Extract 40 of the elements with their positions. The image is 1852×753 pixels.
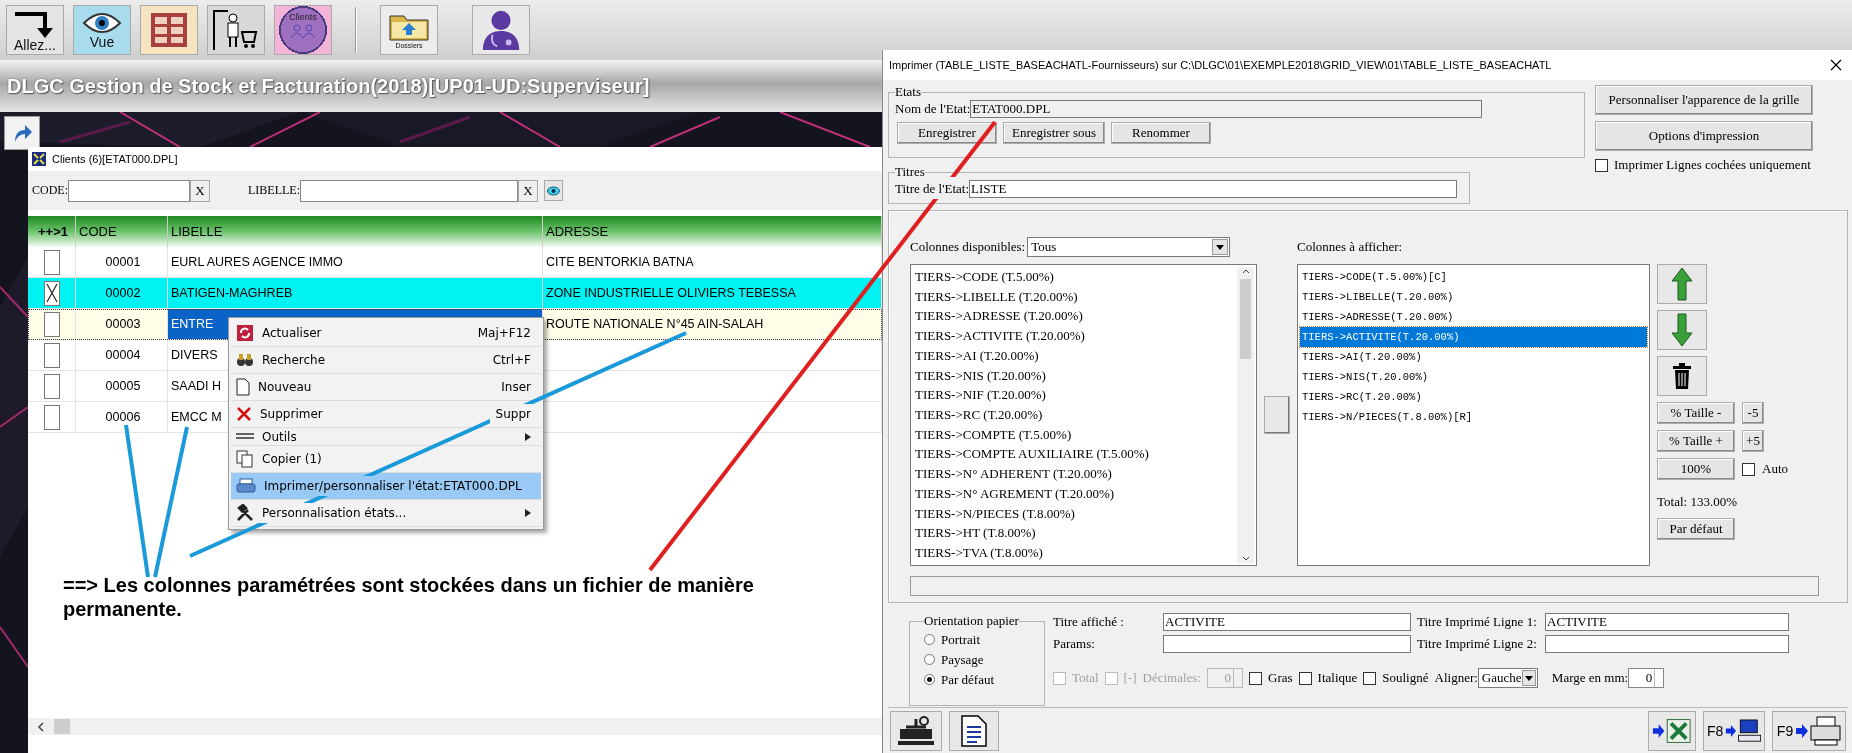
filter-label: CODE: [32, 183, 68, 198]
checkbox-label: Total [1072, 670, 1099, 686]
field-label: Titre de l'Etat: [895, 181, 970, 197]
checkbox-label: Gras [1268, 670, 1293, 686]
table-cell: BATIGEN-MAGHREB [168, 278, 543, 308]
table-cell: 00006 [76, 402, 168, 432]
table-cell: 00001 [76, 247, 168, 277]
shortcut-text: Ctrl+F [492, 353, 531, 367]
group-label: Titres [895, 164, 925, 180]
checkbox-label: Auto [1762, 461, 1788, 477]
total-text: Total: 133.00% [1657, 493, 1738, 511]
shortcut-text: Maj+F12 [477, 326, 531, 340]
radio-label: Portrait [941, 631, 980, 648]
field-label: Marge en mm: [1551, 670, 1629, 686]
field-label: Titre affiché : [1053, 614, 1125, 630]
field-label: Colonnes disponibles: [910, 239, 1026, 255]
window-title: Clients (6)[ETAT000.DPL] [52, 153, 178, 165]
checkbox-label: Imprimer Lignes cochées uniquement [1614, 157, 1811, 173]
table-cell: 00005 [76, 371, 168, 401]
table-cell: 00002 [76, 278, 168, 308]
shortcut-text: Suppr [495, 407, 531, 421]
field-label: Titre Imprimé Ligne 2: [1417, 636, 1538, 652]
radio-label: Paysage [941, 651, 984, 668]
field-label: Titre Imprimé Ligne 1: [1417, 614, 1538, 630]
group-label: Etats [895, 84, 921, 100]
checkbox-label: Souligné [1382, 670, 1429, 686]
filter-label: LIBELLE: [248, 183, 300, 198]
dialog-title: Imprimer (TABLE_LISTE_BASEACHATL-Fournisseurs) sur C:\DLGC\01\EXEMPLE2018\GRID_VIEW\01\TABLE_LISTE_BASEACHATL [889, 59, 1552, 71]
table-cell: 00004 [76, 340, 168, 370]
field-label: Décimales: [1142, 670, 1201, 686]
annotation-text: ==> Les colonnes paramétrées sont stockées dans un fichier de manière permanente. [63, 573, 755, 621]
checkbox-label: Italique [1317, 670, 1358, 686]
group-label: Orientation papier [924, 613, 1019, 629]
shortcut-text: Inser [501, 380, 531, 394]
table-cell: EURL AURES AGENCE IMMO [168, 247, 543, 277]
checkbox-label: [-] [1123, 670, 1137, 686]
field-label: Colonnes à afficher: [1297, 239, 1403, 255]
field-label: Params: [1053, 636, 1096, 652]
field-label: Aligner: [1434, 670, 1478, 686]
radio-label: Par défaut [941, 671, 995, 688]
